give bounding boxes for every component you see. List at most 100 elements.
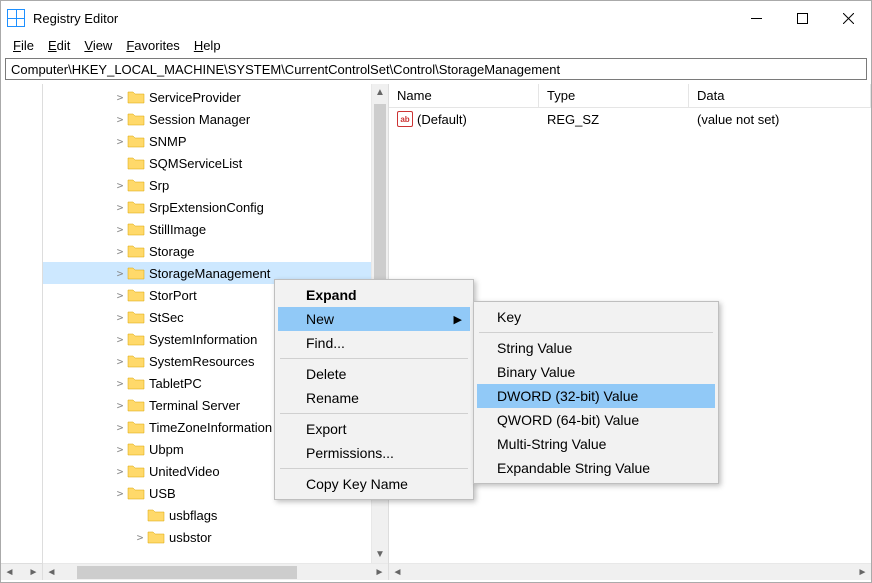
tree-item-label: SystemInformation [149, 332, 257, 347]
ctx-new-multi-string[interactable]: Multi-String Value [477, 432, 715, 456]
folder-icon [127, 112, 145, 126]
tree-item-label: SystemResources [149, 354, 254, 369]
left-gutter-pane: ◄ ► [1, 84, 43, 580]
tree-item-label: ServiceProvider [149, 90, 241, 105]
menu-file[interactable]: File [7, 37, 40, 54]
menu-view[interactable]: View [78, 37, 118, 54]
tree-item-usbflags[interactable]: usbflags [43, 504, 371, 526]
folder-icon [127, 156, 145, 170]
ctx-export[interactable]: Export [278, 417, 470, 441]
close-button[interactable] [825, 1, 871, 35]
ctx-new-key[interactable]: Key [477, 305, 715, 329]
ctx-new-string[interactable]: String Value [477, 336, 715, 360]
tree-item-srp[interactable]: > Srp [43, 174, 371, 196]
scroll-up-icon[interactable]: ▲ [372, 84, 388, 101]
hscroll-thumb[interactable] [77, 566, 297, 579]
menu-separator [479, 332, 713, 333]
tree-item-label: StSec [149, 310, 184, 325]
tree-item-usbstor[interactable]: >usbstor [43, 526, 371, 548]
tree-item-srpextensionconfig[interactable]: >SrpExtensionConfig [43, 196, 371, 218]
expander-icon[interactable]: > [113, 333, 127, 346]
column-data[interactable]: Data [689, 84, 871, 107]
tree-item-serviceprovider[interactable]: > ServiceProvider [43, 86, 371, 108]
scroll-left-icon[interactable]: ◄ [1, 567, 18, 578]
expander-icon[interactable]: > [133, 531, 147, 544]
ctx-new-binary[interactable]: Binary Value [477, 360, 715, 384]
tree-hscroll[interactable]: ◄ ► [43, 563, 388, 580]
expander-icon[interactable]: > [113, 135, 127, 148]
tree-item-sqmservicelist[interactable]: SQMServiceList [43, 152, 371, 174]
gutter-hscroll[interactable]: ◄ ► [1, 563, 42, 580]
expander-icon[interactable]: > [113, 113, 127, 126]
folder-icon [127, 420, 145, 434]
folder-icon [127, 200, 145, 214]
app-icon [7, 9, 25, 27]
menu-edit[interactable]: Edit [42, 37, 76, 54]
folder-icon [127, 398, 145, 412]
ctx-delete[interactable]: Delete [278, 362, 470, 386]
menu-favorites[interactable]: Favorites [120, 37, 185, 54]
tree-item-session-manager[interactable]: >Session Manager [43, 108, 371, 130]
folder-icon [127, 178, 145, 192]
folder-icon [127, 222, 145, 236]
tree-item-storage[interactable]: >Storage [43, 240, 371, 262]
expander-icon[interactable]: > [113, 311, 127, 324]
ctx-rename[interactable]: Rename [278, 386, 470, 410]
expander-icon[interactable]: > [113, 377, 127, 390]
tree-item-label: StorPort [149, 288, 197, 303]
maximize-button[interactable] [779, 1, 825, 35]
scroll-down-icon[interactable]: ▼ [372, 546, 388, 563]
expander-icon[interactable]: > [113, 179, 127, 192]
scroll-right-icon[interactable]: ► [854, 567, 871, 578]
expander-icon[interactable]: > [113, 421, 127, 434]
minimize-button[interactable] [733, 1, 779, 35]
expander-icon[interactable]: > [113, 289, 127, 302]
scroll-left-icon[interactable]: ◄ [389, 567, 406, 578]
expander-icon[interactable]: > [113, 91, 127, 104]
scroll-right-icon[interactable]: ► [25, 567, 42, 578]
tree-item-label: SQMServiceList [149, 156, 242, 171]
folder-icon [147, 530, 165, 544]
ctx-copy-key-name[interactable]: Copy Key Name [278, 472, 470, 496]
ctx-new-qword[interactable]: QWORD (64-bit) Value [477, 408, 715, 432]
tree-item-label: UnitedVideo [149, 464, 220, 479]
menu-help[interactable]: Help [188, 37, 227, 54]
expander-icon[interactable]: > [113, 487, 127, 500]
folder-icon [127, 464, 145, 478]
folder-icon [147, 508, 165, 522]
expander-icon[interactable]: > [113, 223, 127, 236]
expander-icon[interactable]: > [113, 443, 127, 456]
column-name[interactable]: Name [389, 84, 539, 107]
values-header: Name Type Data [389, 84, 871, 108]
value-row[interactable]: ab (Default) REG_SZ (value not set) [389, 108, 871, 130]
folder-icon [127, 288, 145, 302]
ctx-new[interactable]: New ▶ [278, 307, 470, 331]
expander-icon[interactable]: > [113, 399, 127, 412]
tree-item-label: Ubpm [149, 442, 184, 457]
expander-icon[interactable]: > [113, 245, 127, 258]
context-menu: Expand New ▶ Find... Delete Rename Expor… [274, 279, 474, 500]
address-bar[interactable]: Computer\HKEY_LOCAL_MACHINE\SYSTEM\Curre… [5, 58, 867, 80]
context-submenu-new: Key String Value Binary Value DWORD (32-… [473, 301, 719, 484]
tree-item-snmp[interactable]: >SNMP [43, 130, 371, 152]
chevron-right-icon: ▶ [454, 313, 462, 326]
folder-icon [127, 90, 145, 104]
column-type[interactable]: Type [539, 84, 689, 107]
tree-item-stillimage[interactable]: >StillImage [43, 218, 371, 240]
window-controls [733, 1, 871, 35]
expander-icon[interactable]: > [113, 267, 127, 280]
expander-icon[interactable]: > [113, 355, 127, 368]
values-hscroll[interactable]: ◄ ► [389, 563, 871, 580]
expander-icon[interactable]: > [113, 465, 127, 478]
ctx-permissions[interactable]: Permissions... [278, 441, 470, 465]
scroll-right-icon[interactable]: ► [371, 567, 388, 578]
ctx-expand[interactable]: Expand [278, 283, 470, 307]
ctx-find[interactable]: Find... [278, 331, 470, 355]
ctx-new-expandable-string[interactable]: Expandable String Value [477, 456, 715, 480]
folder-icon [127, 266, 145, 280]
menu-bar: FileEditViewFavoritesHelp [1, 35, 871, 56]
scroll-left-icon[interactable]: ◄ [43, 567, 60, 578]
ctx-new-dword[interactable]: DWORD (32-bit) Value [477, 384, 715, 408]
tree-item-label: Srp [149, 178, 169, 193]
expander-icon[interactable]: > [113, 201, 127, 214]
